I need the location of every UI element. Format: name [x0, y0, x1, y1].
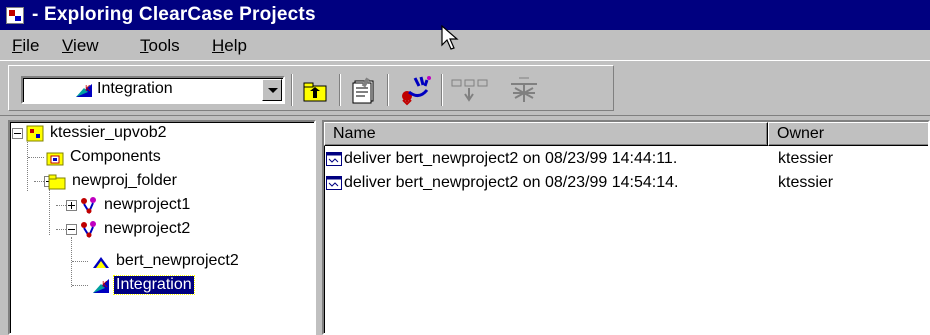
svg-text:K: K	[85, 84, 91, 93]
tree-collapse-toggle[interactable]	[66, 224, 77, 235]
toolbar-separator	[387, 74, 389, 106]
pvob-icon	[26, 125, 44, 142]
toolbar-separator	[291, 74, 293, 106]
rebase-icon[interactable]	[449, 74, 493, 106]
column-header-name[interactable]: Name	[324, 122, 768, 146]
list-item-owner: ktessier	[778, 174, 834, 191]
tree-connector	[56, 229, 66, 230]
stream-icon	[93, 257, 109, 268]
properties-icon[interactable]	[347, 74, 379, 106]
list-item-name: deliver bert_newproject2 on 08/23/99 14:…	[344, 174, 679, 191]
menu-file[interactable]: File	[12, 36, 39, 56]
tree-connector	[72, 261, 88, 262]
menu-tools[interactable]: Tools	[140, 36, 180, 56]
stream-combobox[interactable]: K Integration	[21, 76, 285, 104]
project-tree[interactable]: ktessier_upvob2 Components newproj_folde…	[8, 120, 316, 335]
integration-stream-icon: K	[76, 84, 92, 97]
toolbar-band: K Integration	[8, 65, 614, 111]
up-folder-icon[interactable]	[299, 74, 331, 106]
chevron-down-icon[interactable]	[262, 79, 282, 101]
integration-stream-icon: K	[93, 279, 109, 293]
main-window: - Exploring ClearCase Projects File View…	[0, 0, 930, 335]
tree-connector	[49, 189, 50, 235]
tree-connector	[34, 181, 44, 182]
app-icon[interactable]	[6, 7, 24, 24]
toolbar: K Integration	[0, 60, 930, 116]
list-header: Name Owner	[324, 122, 928, 146]
project-icon	[81, 221, 96, 238]
tree-connector	[56, 205, 66, 206]
components-icon	[46, 152, 64, 166]
tree-expand-toggle[interactable]	[66, 200, 77, 211]
title-bar[interactable]: - Exploring ClearCase Projects	[0, 0, 930, 30]
tree-collapse-toggle[interactable]	[12, 128, 23, 139]
mouse-pointer-icon	[441, 25, 459, 50]
toolbar-separator	[339, 74, 341, 106]
tree-connector	[72, 285, 88, 286]
toolbar-separator	[441, 74, 443, 106]
menu-help[interactable]: Help	[212, 36, 247, 56]
list-item-owner: ktessier	[778, 150, 834, 167]
project-icon	[81, 197, 96, 214]
svg-text:K: K	[102, 280, 108, 289]
list-item-name: deliver bert_newproject2 on 08/23/99 14:…	[344, 150, 678, 167]
deliver-activity-icon	[326, 176, 342, 190]
tree-connector	[28, 157, 44, 158]
deliver-activity-icon	[326, 152, 342, 166]
stream-combobox-value: Integration	[97, 80, 173, 97]
folder-icon	[48, 174, 66, 190]
deliver-icon[interactable]	[395, 74, 435, 106]
menu-bar: File View Tools Help	[0, 30, 930, 60]
list-item[interactable]: deliver bert_newproject2 on 08/23/99 14:…	[324, 172, 928, 196]
activity-list[interactable]: Name Owner deliver bert_newproject2 on 0…	[322, 120, 930, 335]
list-item[interactable]: deliver bert_newproject2 on 08/23/99 14:…	[324, 148, 928, 172]
menu-view[interactable]: View	[62, 36, 99, 56]
window-title: - Exploring ClearCase Projects	[32, 4, 316, 25]
tree-connector	[71, 237, 72, 287]
tree-connector	[27, 139, 28, 191]
column-header-owner[interactable]: Owner	[768, 122, 928, 146]
recommend-baseline-icon[interactable]	[501, 74, 549, 106]
